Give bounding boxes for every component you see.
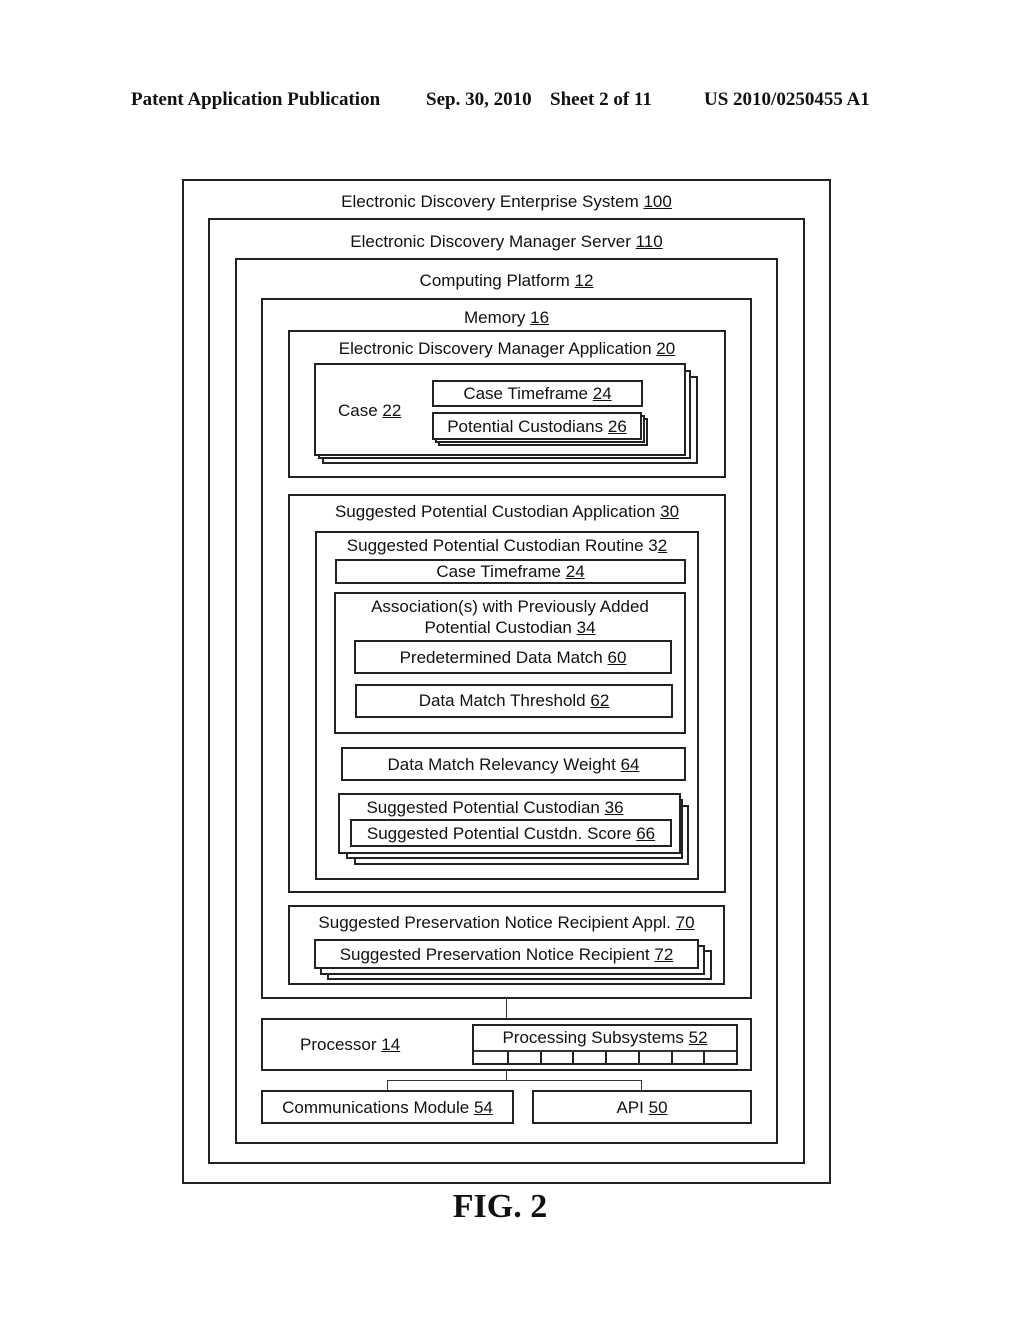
ref-number: 12	[574, 271, 594, 290]
computing-platform-label: Computing Platform 12	[419, 271, 594, 290]
ref-number: 14	[381, 1035, 401, 1054]
manager-server-label: Electronic Discovery Manager Server 110	[350, 232, 663, 251]
subsystem-cell-divider	[572, 1051, 574, 1063]
ref-number: 54	[473, 1098, 493, 1117]
figure-label: FIG. 2	[452, 1188, 548, 1225]
ref-number: 52	[688, 1028, 708, 1047]
subsystem-cell-divider	[671, 1051, 673, 1063]
ref-number: 62	[590, 691, 610, 710]
ref-number: 66	[636, 824, 656, 843]
predetermined-data-match-label: Predetermined Data Match 60	[399, 648, 627, 667]
potential-custodians-box: Potential Custodians 26	[432, 412, 642, 440]
ref-number: 24	[565, 562, 585, 581]
ref-number: 16	[530, 308, 550, 327]
edm-application-label: Electronic Discovery Manager Application…	[338, 339, 676, 358]
spnr-label: Suggested Preservation Notice Recipient …	[339, 945, 674, 964]
ref-number: 72	[654, 945, 674, 964]
ref-number: 60	[607, 648, 627, 667]
memory-label: Memory 16	[463, 308, 550, 327]
custodian-score-box: Suggested Potential Custdn. Score 66	[350, 819, 672, 847]
subsystem-cell-divider	[703, 1051, 705, 1063]
ref-number: 50	[648, 1098, 668, 1117]
custodian-score-label: Suggested Potential Custdn. Score 66	[366, 824, 656, 843]
api-label: API 50	[616, 1098, 668, 1117]
spc-routine-label: Suggested Potential Custodian Routine 32	[346, 536, 668, 555]
ref-number: 70	[675, 913, 695, 932]
publication-label: Patent Application Publication	[131, 89, 381, 110]
routine-timeframe-box: Case Timeframe 24	[335, 559, 686, 584]
spnr-application-label: Suggested Preservation Notice Recipient …	[318, 913, 695, 932]
ref-number: 36	[604, 798, 624, 817]
data-match-threshold-label: Data Match Threshold 62	[418, 691, 610, 710]
associations-label-line1: Association(s) with Previously Added	[371, 597, 649, 616]
relevancy-weight-box: Data Match Relevancy Weight 64	[341, 747, 686, 781]
subsystem-cell-divider	[605, 1051, 607, 1063]
ref-number: 100	[643, 192, 672, 211]
ref-number: 20	[656, 339, 676, 358]
processor-label: Processor 14	[300, 1035, 401, 1054]
ref-number: 2	[657, 536, 668, 555]
patent-number: US 2010/0250455 A1	[704, 89, 870, 110]
routine-timeframe-label: Case Timeframe 24	[436, 562, 585, 581]
connector-horizontal	[387, 1080, 642, 1081]
subsystem-cell-divider	[638, 1051, 640, 1063]
subsystem-cell-divider	[507, 1051, 509, 1063]
subsystem-cell-divider	[540, 1051, 542, 1063]
ref-number: 34	[576, 618, 596, 637]
ref-number: 24	[592, 384, 612, 403]
associations-label-line2: Potential Custodian 34	[424, 618, 596, 637]
ref-number: 64	[620, 755, 640, 774]
predetermined-data-match-box: Predetermined Data Match 60	[354, 640, 672, 674]
suggested-custodian-label: Suggested Potential Custodian 36	[366, 798, 624, 817]
case-timeframe-label: Case Timeframe 24	[463, 384, 612, 403]
enterprise-system-label: Electronic Discovery Enterprise System 1…	[341, 192, 672, 211]
connector-memory-processor	[506, 998, 507, 1018]
spc-application-label: Suggested Potential Custodian Applicatio…	[334, 502, 680, 521]
communications-module-label: Communications Module 54	[282, 1098, 493, 1117]
publication-date: Sep. 30, 2010	[426, 89, 532, 110]
spnr-box: Suggested Preservation Notice Recipient …	[314, 939, 699, 969]
communications-module-box: Communications Module 54	[261, 1090, 514, 1124]
ref-number: 110	[635, 232, 663, 251]
case-timeframe-box: Case Timeframe 24	[432, 380, 643, 407]
api-box: API 50	[532, 1090, 752, 1124]
ref-number: 30	[660, 502, 680, 521]
data-match-threshold-box: Data Match Threshold 62	[355, 684, 673, 718]
sheet-number: Sheet 2 of 11	[550, 89, 652, 110]
relevancy-weight-label: Data Match Relevancy Weight 64	[387, 755, 640, 774]
ref-number: 26	[607, 417, 627, 436]
processing-subsystems-label: Processing Subsystems 52	[502, 1028, 708, 1047]
case-label: Case 22	[338, 401, 402, 420]
ref-number: 22	[382, 401, 402, 420]
potential-custodians-label: Potential Custodians 26	[447, 417, 627, 436]
